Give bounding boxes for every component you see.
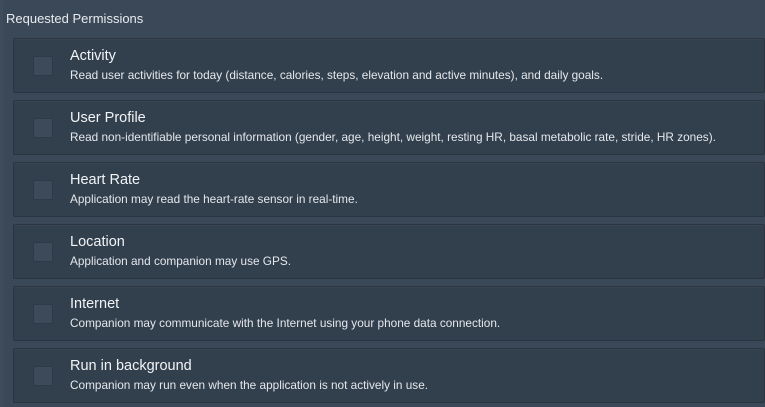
permission-heart-rate[interactable]: Heart Rate Application may read the hear…: [13, 162, 765, 217]
permission-internet[interactable]: Internet Companion may communicate with …: [13, 286, 765, 341]
internet-checkbox[interactable]: [33, 304, 53, 324]
permission-description: Companion may communicate with the Inter…: [70, 316, 501, 330]
activity-checkbox[interactable]: [33, 56, 53, 76]
permissions-window: Requested Permissions Activity Read user…: [0, 0, 765, 407]
permission-title: Activity: [70, 48, 116, 64]
section-title: Requested Permissions: [6, 11, 144, 26]
permission-description: Companion may run even when the applicat…: [70, 378, 429, 392]
permission-title: Run in background: [70, 358, 192, 374]
permission-title: Heart Rate: [70, 172, 141, 188]
permission-title: Location: [70, 234, 125, 250]
permission-description: Read user activities for today (distance…: [70, 68, 604, 82]
permission-description: Read non-identifiable personal informati…: [70, 130, 716, 144]
permission-user-profile[interactable]: User Profile Read non-identifiable perso…: [13, 100, 765, 155]
location-checkbox[interactable]: [33, 242, 53, 262]
permissions-panel: Requested Permissions Activity Read user…: [3, 0, 765, 407]
run-in-background-checkbox[interactable]: [33, 366, 53, 386]
permission-title: User Profile: [70, 110, 146, 126]
permission-location[interactable]: Location Application and companion may u…: [13, 224, 765, 279]
permission-description: Application may read the heart-rate sens…: [70, 192, 358, 206]
permissions-list: Activity Read user activities for today …: [13, 38, 765, 407]
permission-activity[interactable]: Activity Read user activities for today …: [13, 38, 765, 93]
heart-rate-checkbox[interactable]: [33, 180, 53, 200]
user-profile-checkbox[interactable]: [33, 118, 53, 138]
permission-description: Application and companion may use GPS.: [70, 254, 291, 268]
permission-run-in-background[interactable]: Run in background Companion may run even…: [13, 348, 765, 403]
permission-title: Internet: [70, 296, 120, 312]
